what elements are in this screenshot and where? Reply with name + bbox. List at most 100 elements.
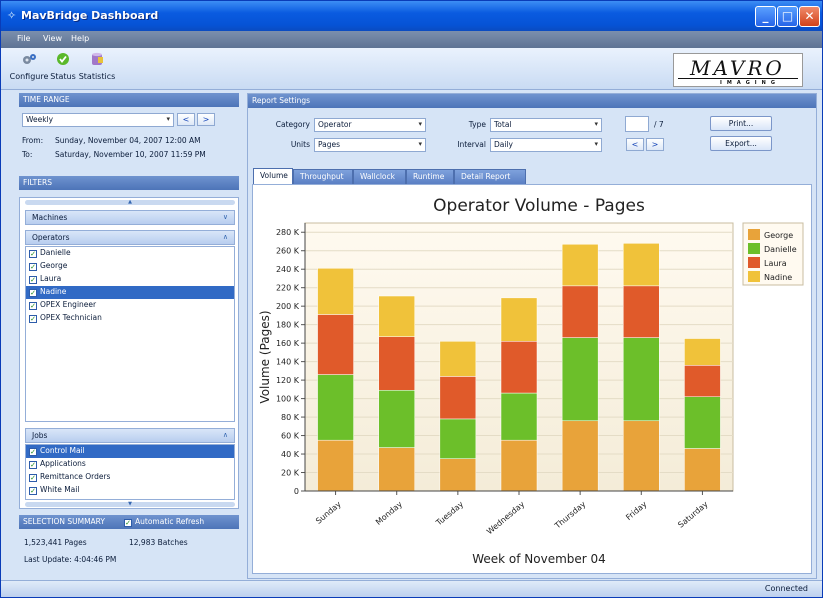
maximize-icon: □ [781,9,794,23]
x-tick-label: Sunday [314,499,343,525]
job-item-label: Applications [40,459,86,468]
status-button[interactable]: Status [49,52,77,81]
auto-refresh-checkbox[interactable]: ✓ Automatic Refresh [124,517,204,527]
close-icon: ✕ [804,9,815,23]
checkbox-icon[interactable]: ✓ [29,487,37,495]
job-item[interactable]: ✓ Remittance Orders [26,471,234,484]
pages-count: 1,523,441 Pages [24,538,87,547]
job-item[interactable]: ✓ Control Mail [26,445,234,458]
operators-label: Operators [32,233,70,242]
maximize-button[interactable]: □ [777,6,798,27]
title-bar[interactable]: ✧ MavBridge Dashboard _ □ ✕ [1,1,822,31]
bar-segment [623,337,660,422]
collapse-icon: ∧ [222,233,228,241]
legend-label: Danielle [764,245,797,254]
status-check-icon [57,53,69,65]
checkbox-icon[interactable]: ✓ [29,302,37,310]
type-label: Type [468,120,486,129]
menu-view[interactable]: View [43,34,62,43]
y-tick-label: 60 K [281,432,300,441]
bar-segment [684,365,721,397]
report-settings-header: Report Settings [248,94,816,108]
y-tick-label: 260 K [276,247,300,256]
chevron-down-icon: ▾ [418,140,422,148]
minimize-button[interactable]: _ [755,6,776,27]
page-number-input[interactable] [625,116,649,132]
checkbox-icon[interactable]: ✓ [29,289,37,297]
period-value: Weekly [26,115,54,124]
tab-runtime[interactable]: Runtime [406,169,454,184]
close-button[interactable]: ✕ [799,6,820,27]
y-tick-label: 280 K [276,228,300,237]
operator-item[interactable]: ✓ Nadine [26,286,234,299]
operator-item-label: Laura [40,274,62,283]
checkbox-icon[interactable]: ✓ [29,315,37,323]
gears-icon [23,54,36,64]
next-period-button[interactable]: > [197,113,215,126]
menu-help[interactable]: Help [71,34,89,43]
from-label: From: [22,136,44,145]
checkbox-icon[interactable]: ✓ [29,474,37,482]
y-tick-label: 0 [294,487,299,496]
y-tick-label: 160 K [276,339,300,348]
export-button[interactable]: Export... [710,136,772,151]
prev-period-button[interactable]: < [177,113,195,126]
units-select[interactable]: Pages ▾ [314,138,426,152]
prev-page-button[interactable]: < [626,138,644,151]
checkbox-icon[interactable]: ✓ [29,263,37,271]
operator-item[interactable]: ✓ OPEX Engineer [26,299,234,312]
bar-segment [439,458,477,492]
job-item[interactable]: ✓ White Mail [26,484,234,497]
page-total: / 7 [654,120,664,129]
interval-select[interactable]: Daily ▾ [490,138,602,152]
bar-segment [378,447,415,492]
checkbox-icon[interactable]: ✓ [29,461,37,469]
tab-volume[interactable]: Volume [253,168,293,184]
tab-detail-report[interactable]: Detail Report [454,169,526,184]
operators-group-header[interactable]: Operators ∧ [25,230,235,245]
print-button[interactable]: Print... [710,116,772,131]
legend-label: Laura [764,259,787,268]
category-label: Category [275,120,310,129]
legend-swatch [748,257,760,268]
jobs-group-header[interactable]: Jobs ∧ [25,428,235,443]
next-page-button[interactable]: > [646,138,664,151]
y-tick-label: 40 K [281,450,300,459]
y-tick-label: 80 K [281,413,300,422]
legend-swatch [748,229,760,240]
bar-segment [439,418,477,459]
tab-wallclock[interactable]: Wallclock [353,169,406,184]
checkbox-icon[interactable]: ✓ [29,448,37,456]
y-axis-label: Volume (Pages) [258,310,272,403]
operator-item[interactable]: ✓ OPEX Technician [26,312,234,325]
scroll-up-handle[interactable]: ▲ [25,200,235,205]
checkbox-icon[interactable]: ✓ [29,250,37,258]
jobs-list: ✓ Control Mail ✓ Applications ✓ Remittance Or… [25,444,235,500]
legend-swatch [748,243,760,254]
menu-file[interactable]: File [17,34,30,43]
job-item-label: Control Mail [40,446,85,455]
scroll-down-handle[interactable]: ▼ [25,502,235,507]
configure-button[interactable]: Configure [7,52,51,81]
machines-group-header[interactable]: Machines ∨ [25,210,235,225]
checkbox-icon[interactable]: ✓ [29,276,37,284]
bar-segment [378,295,415,337]
operator-item[interactable]: ✓ George [26,260,234,273]
job-item[interactable]: ✓ Applications [26,458,234,471]
tab-throughput[interactable]: Throughput [293,169,353,184]
bar-segment [317,314,354,375]
statistics-button[interactable]: Statistics [77,52,117,81]
category-select[interactable]: Operator ▾ [314,118,426,132]
bar-segment [684,396,721,449]
minimize-icon: _ [762,9,769,23]
operator-item[interactable]: ✓ Laura [26,273,234,286]
filters-header: FILTERS [19,176,239,190]
period-select[interactable]: Weekly ▾ [22,113,174,127]
bar-segment [500,297,538,342]
operator-item[interactable]: ✓ Danielle [26,247,234,260]
selection-summary: SELECTION SUMMARY ✓ Automatic Refresh 1,5… [19,515,239,573]
interval-value: Daily [494,140,513,149]
units-value: Pages [318,140,341,149]
y-tick-label: 240 K [276,265,300,274]
type-select[interactable]: Total ▾ [490,118,602,132]
